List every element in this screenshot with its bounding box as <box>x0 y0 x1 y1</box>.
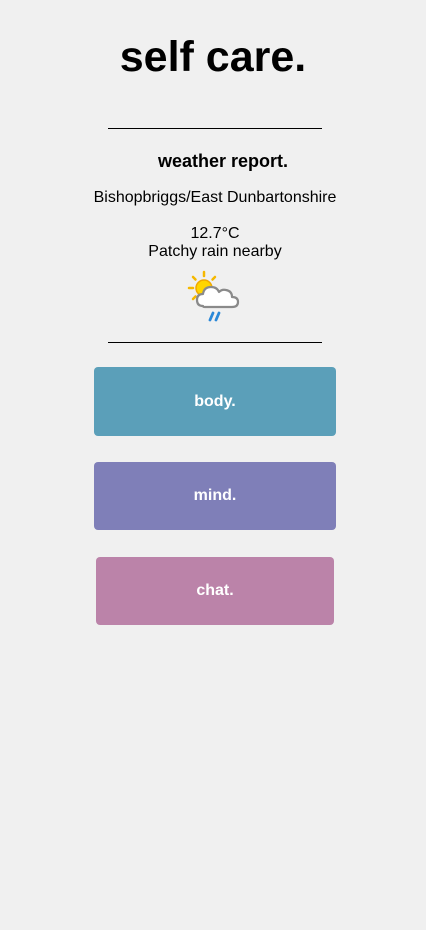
chat-button[interactable]: chat. <box>96 557 334 625</box>
weather-condition: Patchy rain nearby <box>148 243 282 260</box>
body-button[interactable]: body. <box>94 367 336 436</box>
bottom-divider <box>108 342 322 343</box>
page-title: self care. <box>119 33 307 81</box>
top-divider <box>108 128 322 129</box>
partly-cloudy-rain-icon <box>185 268 245 324</box>
weather-heading: weather report. <box>157 151 289 171</box>
weather-temperature: 12.7°C <box>190 225 240 242</box>
mind-button[interactable]: mind. <box>94 462 336 530</box>
weather-location: Bishopbriggs/East Dunbartonshire <box>93 189 337 206</box>
